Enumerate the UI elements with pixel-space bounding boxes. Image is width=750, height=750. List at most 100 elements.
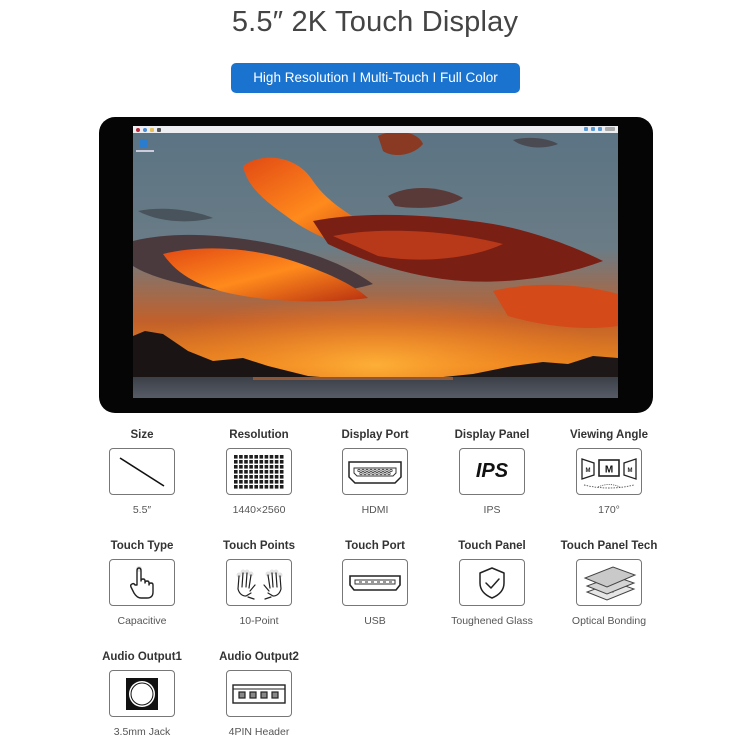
pixel-cell [269, 454, 274, 459]
trash-icon[interactable] [140, 139, 148, 148]
audio-jack-icon [109, 670, 175, 717]
svg-text:M: M [586, 468, 591, 474]
spec-value: 4PIN Header [228, 726, 290, 738]
diagonal-line-icon [109, 448, 175, 495]
spec-value: 3.5mm Jack [113, 726, 171, 738]
spec-value: HDMI [361, 504, 389, 516]
pixel-cell [279, 454, 284, 459]
terminal-icon[interactable] [157, 127, 161, 132]
usb-port-icon [342, 559, 408, 606]
system-tray [584, 127, 615, 131]
spec-label: Touch Type [110, 540, 174, 552]
pixel-cell [269, 469, 274, 474]
pixel-cell [259, 469, 264, 474]
shield-check-icon [459, 559, 525, 606]
lake [133, 377, 618, 398]
pixel-cell [254, 474, 258, 479]
spec-label: Size [130, 429, 154, 441]
pixel-cell [264, 454, 269, 459]
pixel-cell [249, 484, 253, 489]
pixel-cell [249, 474, 253, 479]
pixel-cell [244, 464, 248, 469]
viewing-angle-icon: M M M [576, 448, 642, 495]
pixel-cell [249, 479, 253, 484]
pixel-cell [234, 454, 238, 459]
ips-text-icon: IPS [459, 448, 525, 495]
pixel-cell [274, 484, 279, 489]
pixel-cell [279, 474, 284, 479]
folder-icon[interactable] [150, 127, 154, 132]
pixel-cell [279, 479, 284, 484]
pixel-cell [259, 464, 264, 469]
pixel-cell [244, 479, 248, 484]
pixel-cell [279, 464, 284, 469]
spec-touch-port: Touch Port USB [317, 539, 433, 628]
pixel-cell [269, 459, 274, 464]
spec-value: IPS [483, 504, 501, 516]
pixel-cell [244, 454, 248, 459]
spec-label: Resolution [229, 429, 289, 441]
bluetooth-icon[interactable] [584, 127, 588, 131]
pixel-cell [244, 459, 248, 464]
pixel-cell [274, 474, 279, 479]
spec-label: Audio Output2 [219, 651, 299, 663]
pixel-cell [254, 469, 258, 474]
spec-value: USB [364, 615, 386, 627]
spec-label: Audio Output1 [102, 651, 182, 663]
sunset-wallpaper [133, 126, 618, 398]
pixel-cell [254, 454, 258, 459]
two-hands-icon [226, 559, 292, 606]
clock-icon [605, 127, 615, 131]
feature-tagline: High Resolution I Multi-Touch I Full Col… [231, 63, 520, 93]
spec-audio-output1: Audio Output1 3.5mm Jack [84, 650, 200, 739]
spec-label: Touch Panel [458, 540, 526, 552]
finger-touch-icon [109, 559, 175, 606]
pixel-cell [254, 479, 258, 484]
pixel-cell [244, 469, 248, 474]
spec-audio-output2: Audio Output2 4PIN Header [201, 650, 317, 739]
pixel-cell [239, 484, 243, 489]
pixel-cell [234, 479, 238, 484]
spec-display-panel: Display Panel IPS IPS [434, 428, 550, 517]
spec-label: Display Port [341, 429, 409, 441]
svg-text:M: M [605, 464, 613, 475]
raspberry-menu-icon[interactable] [136, 127, 140, 132]
trash-label [136, 150, 154, 152]
spec-value: Capacitive [117, 615, 167, 627]
pixel-cell [264, 469, 269, 474]
desktop-taskbar [133, 126, 618, 133]
pixel-cell [264, 474, 269, 479]
spec-resolution: Resolution 1440×2560 [201, 428, 317, 517]
browser-icon[interactable] [143, 127, 147, 132]
pixel-cell [269, 464, 274, 469]
pixel-cell [259, 459, 264, 464]
spec-label: Viewing Angle [570, 429, 648, 441]
pixel-cell [279, 484, 284, 489]
pixel-cell [234, 474, 238, 479]
spec-touch-panel-tech: Touch Panel Tech Optical Bonding [551, 539, 667, 628]
pixel-cell [249, 454, 253, 459]
pixel-cell [274, 459, 279, 464]
page-title: 5.5″ 2K Touch Display [231, 6, 519, 38]
pixel-cell [249, 469, 253, 474]
pixel-cell [274, 464, 279, 469]
spec-touch-points: Touch Points 10-Point [201, 539, 317, 628]
pixel-cell [234, 464, 238, 469]
pixel-cell [279, 459, 284, 464]
pixel-cell [259, 479, 264, 484]
spec-display-port: Display Port HDMI [317, 428, 433, 517]
pixel-cell [254, 484, 258, 489]
display-screen [133, 126, 618, 398]
pixel-cell [264, 484, 269, 489]
pixel-cell [279, 469, 284, 474]
spec-viewing-angle: Viewing Angle M M M 170° [551, 428, 667, 517]
pixel-cell [254, 464, 258, 469]
pixel-cell [259, 474, 264, 479]
pixel-cell [249, 459, 253, 464]
spec-value: 1440×2560 [232, 504, 286, 516]
pixel-cell [239, 469, 243, 474]
volume-icon[interactable] [598, 127, 602, 131]
spec-size: Size 5.5″ [84, 428, 200, 517]
svg-text:M: M [628, 468, 633, 474]
wifi-icon[interactable] [591, 127, 595, 131]
